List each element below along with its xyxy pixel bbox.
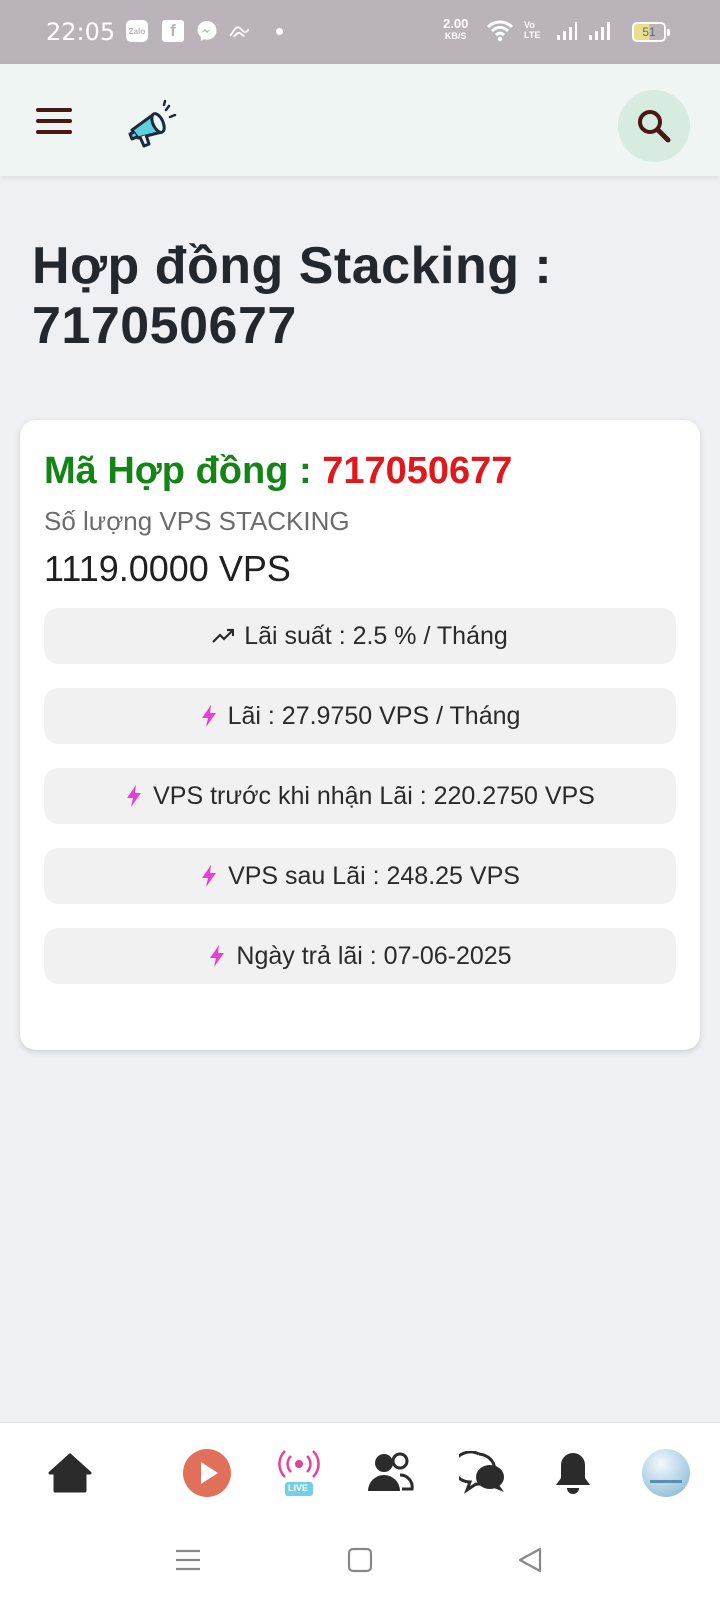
back-triangle-icon [518, 1547, 542, 1573]
more-notifications-dot [276, 28, 283, 35]
page-title: Hợp đồng Stacking : 717050677 [32, 237, 553, 355]
payout-date-row: Ngày trả lãi : 07-06-2025 [44, 928, 676, 984]
home-button[interactable] [340, 1540, 380, 1580]
trending-up-icon [212, 628, 235, 643]
facebook-icon: f [162, 20, 184, 42]
stacking-quantity-value: 1119.0000 VPS [44, 548, 291, 589]
recent-apps-icon [176, 1549, 200, 1571]
system-navigation-bar [0, 1522, 720, 1600]
network-speed: 2.00 KB/S [443, 16, 469, 42]
live-label: LIVE [288, 1483, 309, 1493]
zalo-icon: Zalo [126, 20, 148, 42]
search-button[interactable] [618, 90, 690, 162]
interest-rate-row: Lãi suất : 2.5 % / Tháng [44, 608, 676, 664]
signal-icon-sim1 [556, 20, 578, 47]
signal-icon-sim2 [588, 20, 612, 47]
bell-icon [556, 1453, 590, 1494]
nav-home[interactable] [42, 1445, 98, 1501]
volte-bottom: LTE [524, 30, 541, 40]
play-icon [183, 1449, 231, 1497]
stacking-quantity-label: Số lượng VPS STACKING [44, 506, 350, 536]
interest-amount-text: Lãi : 27.9750 VPS / Tháng [227, 701, 521, 730]
status-time: 22:05 [46, 18, 116, 46]
home-icon [48, 1453, 92, 1493]
lightning-icon [202, 865, 217, 887]
wifi-icon [486, 19, 514, 48]
vps-before-interest-text: VPS trước khi nhận Lãi : 220.2750 VPS [153, 781, 595, 810]
network-speed-value: 2.00 [443, 16, 469, 31]
nav-video[interactable] [179, 1445, 235, 1501]
nav-profile[interactable] [638, 1445, 694, 1501]
search-icon [638, 110, 671, 143]
lightning-icon [127, 785, 142, 807]
interest-amount-row: Lãi : 27.9750 VPS / Tháng [44, 688, 676, 744]
volte-top: Vo [524, 20, 535, 30]
contract-card: Mã Hợp đồng : 717050677 Số lượng VPS STA… [20, 420, 700, 1050]
battery-indicator: 51 [632, 22, 670, 42]
chat-icon [459, 1451, 504, 1494]
contract-label: Mã Hợp đồng : [44, 450, 323, 492]
network-speed-unit: KB/S [444, 31, 467, 41]
nav-notifications[interactable] [545, 1445, 601, 1501]
lightning-icon [201, 705, 216, 727]
home-square-icon [347, 1547, 373, 1573]
contract-id: 717050677 [322, 450, 513, 492]
messenger-icon [196, 20, 218, 42]
status-bar: 22:05 Zalo f 2.00 KB/S Vo LTE 51 [0, 0, 720, 64]
app-header [0, 64, 720, 176]
nav-friends[interactable] [362, 1445, 418, 1501]
nav-chat[interactable] [455, 1445, 511, 1501]
volte-icon: Vo LTE [524, 20, 540, 40]
contract-heading: Mã Hợp đồng : 717050677 [44, 450, 512, 493]
lightning-icon [210, 945, 225, 967]
app-notification-icon [228, 20, 250, 42]
back-button[interactable] [510, 1540, 550, 1580]
friends-icon [368, 1452, 414, 1491]
interest-rate-text: Lãi suất : 2.5 % / Tháng [244, 621, 508, 650]
vps-after-interest-text: VPS sau Lãi : 248.25 VPS [228, 861, 520, 890]
avatar [642, 1449, 690, 1497]
payout-date-text: Ngày trả lãi : 07-06-2025 [236, 941, 512, 970]
recent-apps-button[interactable] [168, 1540, 208, 1580]
bottom-navigation: LIVE [0, 1422, 720, 1522]
vps-after-interest-row: VPS sau Lãi : 248.25 VPS [44, 848, 676, 904]
vps-before-interest-row: VPS trước khi nhận Lãi : 220.2750 VPS [44, 768, 676, 824]
nav-live[interactable]: LIVE [271, 1445, 327, 1501]
hamburger-menu-icon[interactable] [36, 108, 72, 134]
megaphone-icon[interactable] [124, 99, 180, 148]
